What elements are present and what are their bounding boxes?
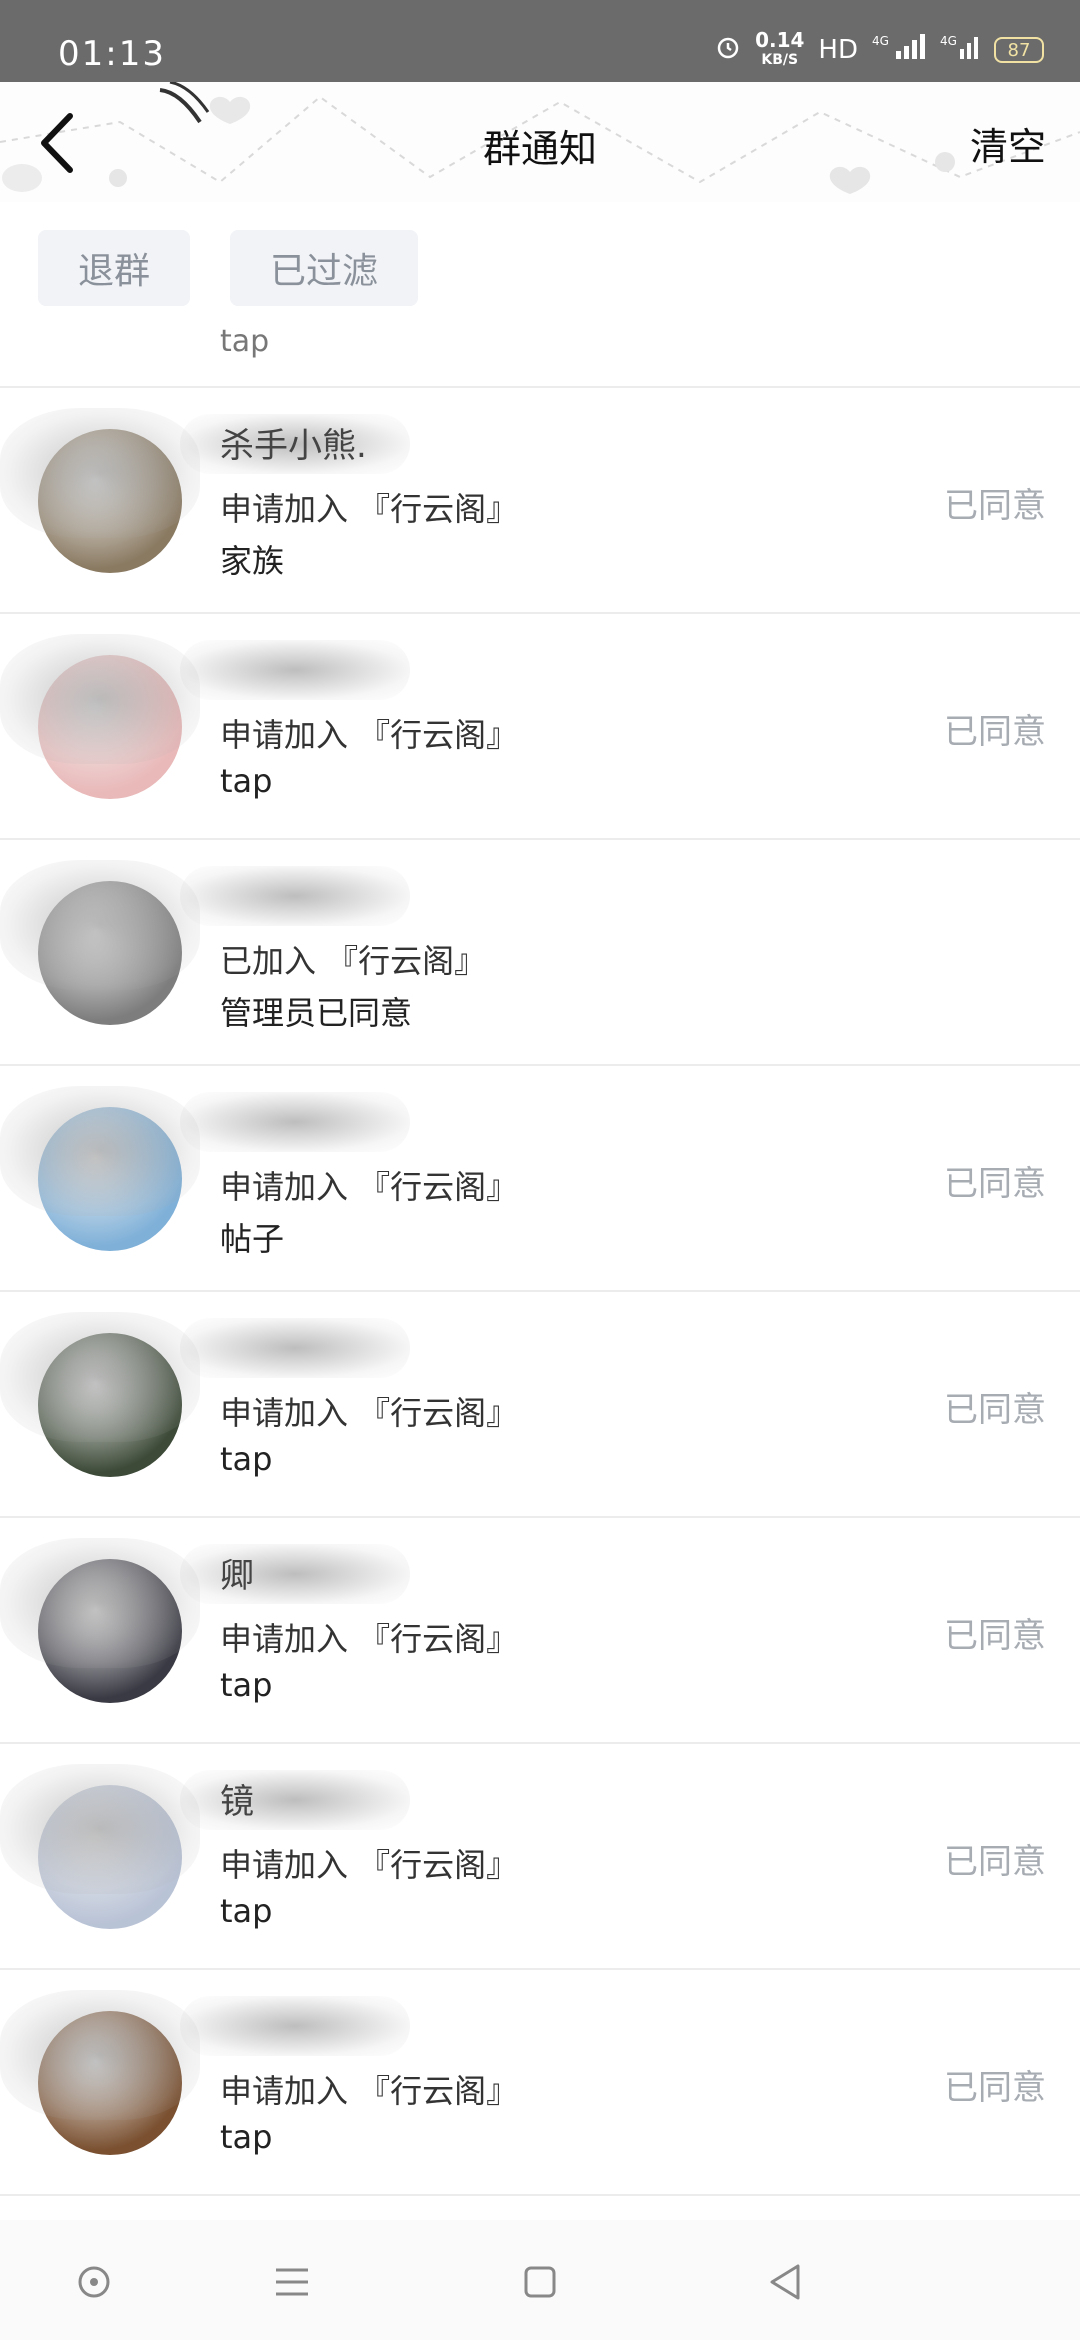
status-label: 已同意	[944, 1390, 1046, 1430]
status-icons: 0.14 KB/S HD 4G 4G 87	[715, 30, 1044, 70]
redaction-smudge	[0, 634, 200, 764]
request-note: 管理员已同意	[220, 994, 413, 1032]
redaction-smudge	[0, 1086, 200, 1216]
list-item[interactable]: tap	[0, 324, 1080, 388]
list-item[interactable]: 申请加入 『行云阁』 tap 已同意	[0, 614, 1080, 840]
status-label: 已同意	[944, 2068, 1046, 2108]
svg-text:4G: 4G	[940, 34, 957, 48]
system-nav-bar	[0, 2220, 1080, 2340]
hd-indicator: HD	[818, 35, 858, 65]
speed-value: 0.14	[755, 28, 805, 52]
name-redaction	[180, 1544, 410, 1604]
request-note: tap	[220, 1666, 273, 1704]
filtered-filter[interactable]: 已过滤	[230, 230, 418, 306]
filter-bar: 退群 已过滤	[0, 202, 1080, 324]
name-redaction	[180, 1092, 410, 1152]
nav-back-button[interactable]	[764, 2260, 808, 2304]
notification-list: tap 杀手小熊. 申请加入 『行云阁』 家族 已同意 申请加入 『行云阁』 tap 已同意…	[0, 324, 1080, 2196]
signal-icon-2: 4G	[940, 33, 980, 67]
menu-button[interactable]	[270, 2260, 314, 2304]
name-redaction	[180, 640, 410, 700]
list-item[interactable]: 杀手小熊. 申请加入 『行云阁』 家族 已同意	[0, 388, 1080, 614]
network-speed: 0.14 KB/S	[755, 30, 804, 70]
name-redaction	[180, 1996, 410, 2056]
request-note: tap	[220, 1892, 273, 1930]
redaction-smudge	[0, 1990, 200, 2120]
redaction-smudge	[0, 1312, 200, 1442]
status-label: 已同意	[944, 1164, 1046, 1204]
request-note: tap	[220, 1440, 273, 1478]
notification-subtitle: tap	[220, 324, 270, 359]
list-item[interactable]: 镜申请加入 『行云阁』 tap 已同意	[0, 1744, 1080, 1970]
request-message: 申请加入 『行云阁』	[220, 1620, 519, 1658]
request-message: 申请加入 『行云阁』	[220, 1846, 519, 1884]
alarm-icon	[715, 34, 741, 66]
battery-indicator: 87	[994, 37, 1044, 63]
request-note: tap	[220, 2118, 273, 2156]
list-item[interactable]: 申请加入 『行云阁』 tap 已同意	[0, 1970, 1080, 2196]
signal-icon-1: 4G	[872, 33, 926, 67]
circle-dot-icon	[78, 2266, 110, 2298]
request-message: 申请加入 『行云阁』	[220, 1168, 519, 1206]
list-item[interactable]: 卿申请加入 『行云阁』 tap 已同意	[0, 1518, 1080, 1744]
redaction-smudge	[0, 408, 200, 538]
request-message: 申请加入 『行云阁』	[220, 1394, 519, 1432]
status-label: 已同意	[944, 486, 1046, 526]
home-button[interactable]	[72, 2260, 116, 2304]
menu-icon	[276, 2268, 308, 2296]
request-message: 申请加入 『行云阁』	[220, 2072, 519, 2110]
redaction-smudge	[0, 860, 200, 990]
status-label: 已同意	[944, 1616, 1046, 1656]
redaction-smudge	[0, 1538, 200, 1668]
status-label: 已同意	[944, 712, 1046, 752]
square-icon	[524, 2266, 556, 2298]
request-message: 已加入 『行云阁』	[220, 942, 487, 980]
recents-button[interactable]	[518, 2260, 562, 2304]
list-item[interactable]: 申请加入 『行云阁』 tap 已同意	[0, 1292, 1080, 1518]
request-note: 帖子	[220, 1220, 285, 1258]
status-time: 01:13	[58, 34, 166, 74]
status-bar: 01:13 0.14 KB/S HD 4G 4G 87	[0, 0, 1080, 82]
request-message: 申请加入 『行云阁』	[220, 716, 519, 754]
header: 群通知 清空	[0, 82, 1080, 202]
requester-name: 杀手小熊.	[220, 426, 367, 466]
request-message: 申请加入 『行云阁』	[220, 490, 519, 528]
request-note: 家族	[220, 542, 285, 580]
svg-text:4G: 4G	[872, 34, 889, 48]
name-redaction	[180, 866, 410, 926]
clear-button[interactable]: 清空	[970, 116, 1046, 171]
redaction-smudge	[0, 1764, 200, 1894]
quit-group-filter[interactable]: 退群	[38, 230, 190, 306]
list-item[interactable]: 已加入 『行云阁』 管理员已同意	[0, 840, 1080, 1066]
speed-unit: KB/S	[761, 52, 799, 68]
status-label: 已同意	[944, 1842, 1046, 1882]
name-redaction	[180, 1318, 410, 1378]
requester-name: 镜	[220, 1782, 254, 1822]
requester-name: 卿	[220, 1556, 254, 1596]
triangle-back-icon	[770, 2264, 800, 2300]
name-redaction	[180, 1770, 410, 1830]
list-item[interactable]: 申请加入 『行云阁』 帖子 已同意	[0, 1066, 1080, 1292]
request-note: tap	[220, 762, 273, 800]
page-title: 群通知	[482, 127, 597, 171]
